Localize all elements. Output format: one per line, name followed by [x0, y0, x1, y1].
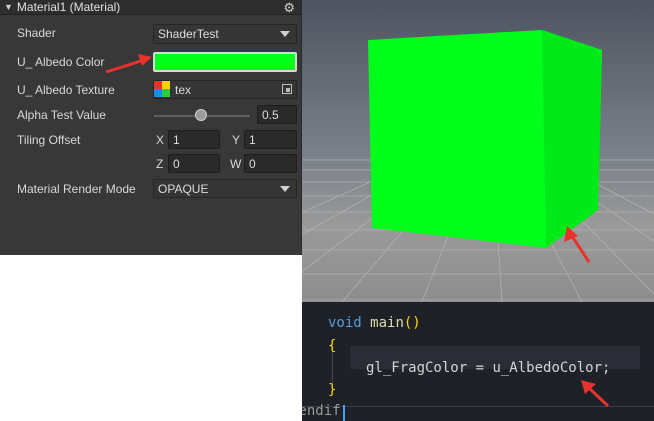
texture-thumbnail-icon — [154, 81, 170, 97]
annotation-arrow-icon — [581, 380, 610, 408]
material-inspector-panel: ▼ Material1 (Material) ⚙ Shader ShaderTe… — [0, 0, 302, 255]
keyword-void: void — [328, 315, 362, 331]
gear-icon[interactable]: ⚙ — [283, 0, 295, 15]
material-header[interactable]: ▼ Material1 (Material) ⚙ — [0, 0, 301, 15]
alpha-test-input[interactable]: 0.5 — [257, 105, 297, 124]
albedo-texture-label: U_ Albedo Texture — [17, 83, 115, 97]
scene-render — [302, 0, 654, 302]
render-mode-value: OPAQUE — [158, 182, 209, 196]
function-name: main — [370, 315, 404, 331]
offset-z-value: 0 — [173, 157, 180, 171]
x-label: X — [156, 133, 165, 147]
blank-area — [0, 255, 302, 421]
text-cursor — [343, 405, 345, 421]
code-editor[interactable]: void main() { gl_FragColor = u_AlbedoCol… — [302, 302, 654, 421]
alpha-test-slider-knob[interactable] — [195, 109, 207, 121]
annotation-arrow-icon — [105, 54, 152, 74]
code-line-1: void main() — [328, 315, 421, 331]
code-line-5: #endif — [302, 403, 341, 419]
w-label: W — [230, 157, 242, 171]
paren: () — [403, 315, 421, 331]
z-label: Z — [156, 157, 164, 171]
collapse-triangle-icon[interactable]: ▼ — [4, 2, 13, 12]
offset-w-input[interactable]: 0 — [244, 154, 297, 173]
albedo-color-label: U_ Albedo Color — [17, 55, 105, 69]
code-line-2: { — [328, 338, 337, 354]
shader-label: Shader — [17, 26, 56, 40]
code-line-4: } — [328, 382, 337, 398]
material-title: Material1 (Material) — [16, 0, 121, 14]
alpha-test-value: 0.5 — [262, 108, 279, 122]
y-label: Y — [232, 133, 241, 147]
dropdown-caret-icon — [280, 31, 290, 37]
code-uniform: u_AlbedoColor; — [492, 360, 611, 376]
tiling-y-value: 1 — [249, 133, 256, 147]
object-picker-icon[interactable] — [282, 84, 292, 94]
render-mode-label: Material Render Mode — [17, 182, 136, 196]
alpha-test-label: Alpha Test Value — [17, 108, 106, 122]
albedo-color-swatch[interactable] — [153, 52, 297, 72]
tiling-y-input[interactable]: 1 — [244, 130, 297, 149]
render-mode-dropdown[interactable]: OPAQUE — [153, 179, 297, 198]
code-assign: gl_FragColor = — [366, 360, 493, 376]
shader-value: ShaderTest — [158, 27, 219, 41]
albedo-texture-field[interactable]: tex — [153, 80, 297, 99]
green-cube[interactable] — [368, 30, 602, 248]
tiling-x-input[interactable]: 1 — [168, 130, 220, 149]
tiling-x-value: 1 — [173, 133, 180, 147]
shader-dropdown[interactable]: ShaderTest — [153, 24, 297, 44]
offset-w-value: 0 — [249, 157, 256, 171]
offset-z-input[interactable]: 0 — [168, 154, 220, 173]
tiling-offset-label: Tiling Offset — [17, 133, 81, 147]
scene-viewport[interactable] — [302, 0, 654, 302]
code-line-3: gl_FragColor = u_AlbedoColor; — [366, 360, 610, 376]
dropdown-caret-icon — [280, 186, 290, 192]
